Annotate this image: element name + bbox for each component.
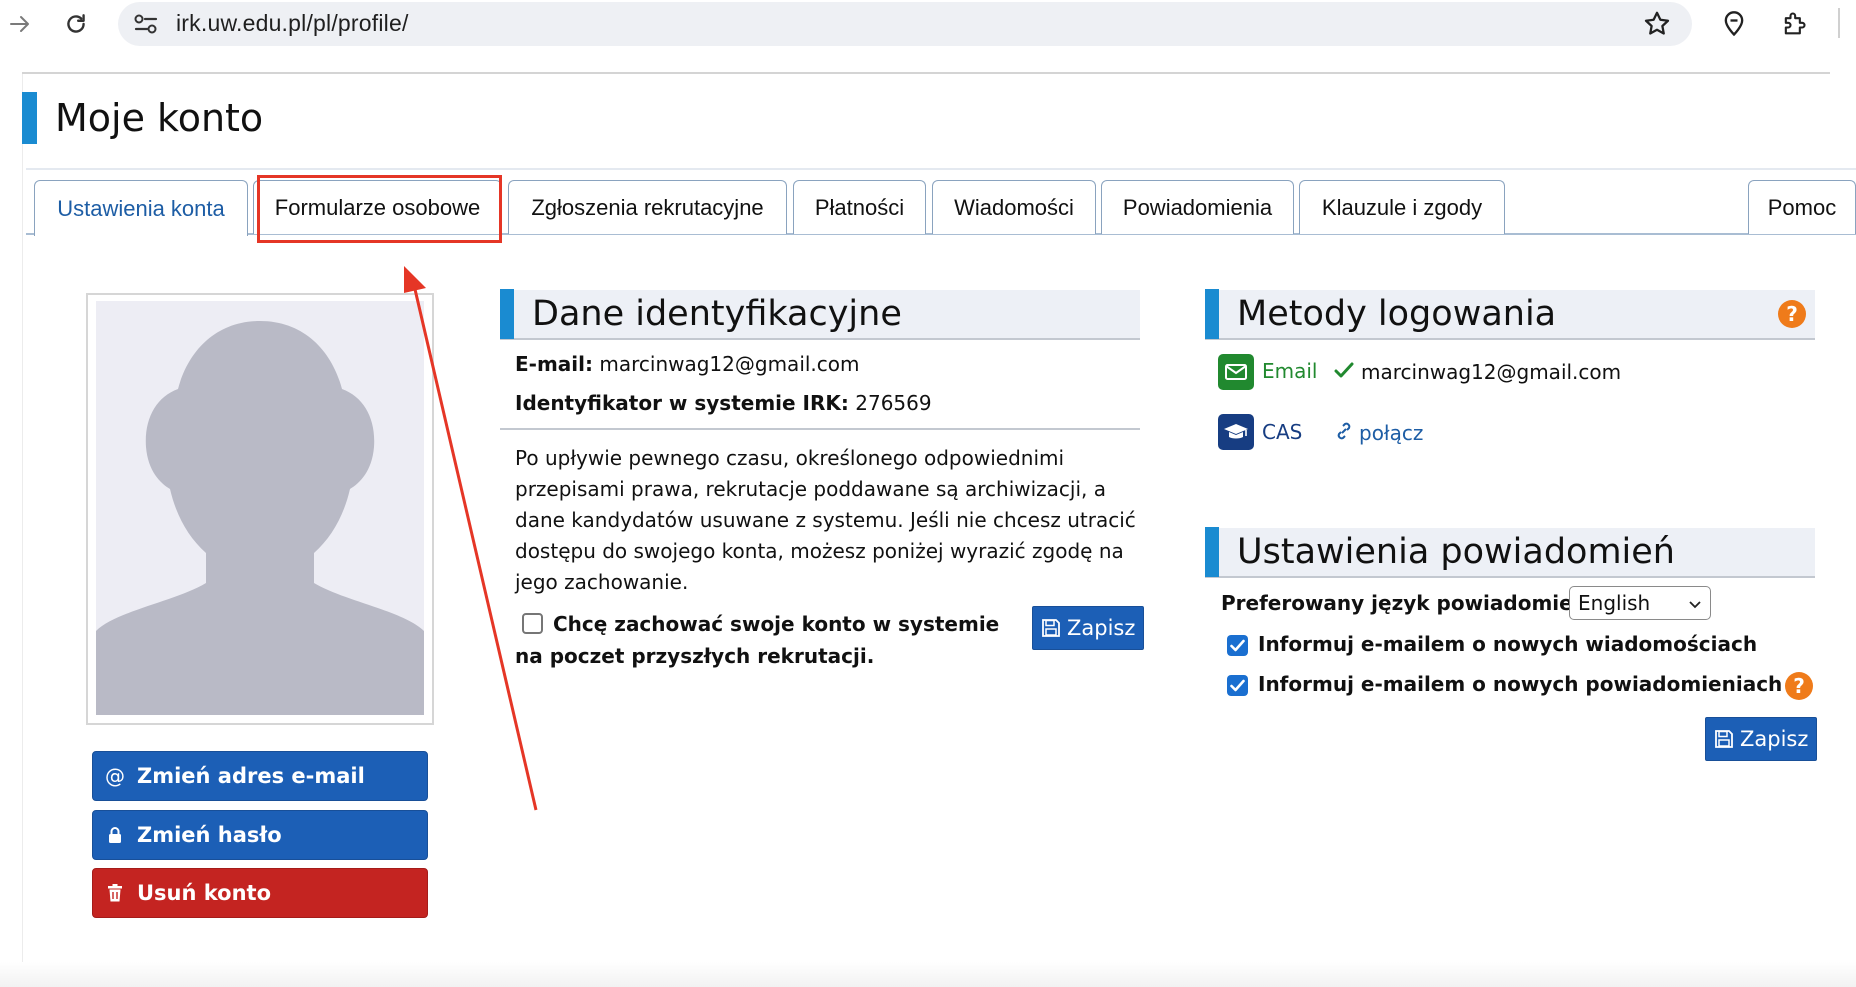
url-text[interactable]: irk.uw.edu.pl/pl/profile/ — [176, 10, 409, 37]
tab-payments[interactable]: Płatności — [793, 180, 926, 234]
cas-connect-link[interactable]: połącz — [1359, 421, 1423, 445]
delete-account-button[interactable]: Usuń konto — [92, 868, 428, 918]
keep-account-label[interactable]: Chcę zachować swoje konto w systemie na … — [515, 608, 1015, 672]
page-header: Moje konto — [22, 92, 263, 144]
button-label: Zapisz — [1067, 616, 1136, 640]
trash-icon — [105, 883, 125, 903]
irk-id-row: Identyfikator w systemie IRK: 276569 — [515, 391, 932, 415]
bookmark-star-icon[interactable] — [1642, 9, 1672, 43]
identity-section-header: Dane identyfikacyjne — [500, 289, 1140, 340]
notify-messages-label[interactable]: Informuj e-mailem o nowych wiadomościach — [1258, 632, 1757, 656]
notify-notifications-label[interactable]: Informuj e-mailem o nowych powiadomienia… — [1258, 672, 1782, 696]
language-selected-value: English — [1578, 591, 1651, 615]
identity-save-button[interactable]: Zapisz — [1032, 606, 1145, 650]
address-bar[interactable]: irk.uw.edu.pl/pl/profile/ — [118, 2, 1692, 46]
language-select[interactable]: English — [1569, 586, 1711, 620]
page-bottom-fade — [0, 962, 1856, 987]
notification-settings-heading: Ustawienia powiadomień — [1237, 532, 1675, 572]
link-chain-icon[interactable] — [1334, 421, 1354, 446]
envelope-icon — [1218, 354, 1254, 390]
profile-photo — [86, 293, 434, 725]
at-sign-icon: @ — [105, 764, 125, 788]
email-label: E-mail: — [515, 352, 594, 376]
irk-id-label: Identyfikator w systemie IRK: — [515, 391, 849, 415]
page-title: Moje konto — [55, 96, 264, 140]
lock-icon — [105, 825, 125, 845]
login-email-value: marcinwag12@gmail.com — [1361, 360, 1622, 384]
floppy-disk-icon — [1714, 729, 1734, 749]
change-password-button[interactable]: Zmień hasło — [92, 810, 428, 860]
checkmark-icon — [1230, 679, 1245, 692]
notification-settings-section-header: Ustawienia powiadomień — [1205, 527, 1815, 578]
title-accent-bar — [22, 92, 37, 144]
checkmark-icon — [1230, 639, 1245, 652]
help-question-icon[interactable]: ? — [1778, 300, 1806, 328]
identity-heading: Dane identyfikacyjne — [532, 294, 902, 334]
button-label: Usuń konto — [137, 881, 272, 905]
page-left-edge — [22, 74, 23, 987]
reload-icon[interactable] — [58, 6, 94, 42]
tab-label: Zgłoszenia rekrutacyjne — [531, 194, 764, 220]
section-accent-bar — [1205, 527, 1219, 577]
button-label: Zmień hasło — [137, 823, 282, 847]
notifications-save-button[interactable]: Zapisz — [1705, 717, 1818, 761]
checkmark-icon — [1334, 360, 1354, 384]
tab-help[interactable]: Pomoc — [1748, 180, 1856, 234]
tab-label: Powiadomienia — [1122, 194, 1273, 220]
tab-notifications[interactable]: Powiadomienia — [1101, 180, 1294, 234]
language-label: Preferowany język powiadomień: — [1221, 591, 1595, 615]
tab-label: Płatności — [814, 194, 905, 220]
identity-divider — [500, 428, 1140, 430]
change-email-button[interactable]: @ Zmień adres e-mail — [92, 751, 428, 801]
page-top-divider — [22, 72, 1830, 74]
avatar-placeholder — [96, 301, 424, 715]
graduation-cap-icon — [1218, 414, 1254, 450]
irk-id-value: 276569 — [855, 391, 932, 415]
notify-notifications-checkbox[interactable] — [1227, 675, 1248, 696]
login-methods-section-header: Metody logowania — [1205, 289, 1815, 340]
floppy-disk-icon — [1041, 618, 1061, 638]
site-settings-icon[interactable] — [132, 11, 160, 37]
person-silhouette-icon — [96, 321, 424, 715]
tab-label: Pomoc — [1767, 194, 1837, 220]
email-row: E-mail: marcinwag12@gmail.com — [515, 352, 860, 376]
tab-label: Ustawienia konta — [57, 195, 225, 221]
login-methods-heading: Metody logowania — [1237, 294, 1557, 334]
tab-messages[interactable]: Wiadomości — [932, 180, 1096, 234]
button-label: Zapisz — [1740, 727, 1809, 751]
tab-clauses-consents[interactable]: Klauzule i zgody — [1299, 180, 1505, 234]
button-label: Zmień adres e-mail — [137, 764, 365, 788]
tabs-top-border — [26, 168, 1856, 170]
section-accent-bar — [500, 289, 514, 339]
tab-label: Wiadomości — [954, 194, 1074, 220]
forward-icon[interactable] — [2, 6, 38, 42]
archive-info-text: Po upływie pewnego czasu, określonego od… — [515, 446, 1136, 594]
email-value: marcinwag12@gmail.com — [599, 352, 860, 376]
location-pin-icon[interactable] — [1716, 6, 1752, 42]
notify-messages-checkbox[interactable] — [1227, 635, 1248, 656]
tab-label: Klauzule i zgody — [1321, 194, 1483, 220]
login-method-cas: CAS — [1262, 420, 1303, 444]
tab-recruitment-applications[interactable]: Zgłoszenia rekrutacyjne — [508, 180, 787, 234]
section-accent-bar — [1205, 289, 1219, 339]
annotation-highlight-box — [257, 175, 502, 243]
help-question-icon[interactable]: ? — [1785, 672, 1813, 700]
chevron-down-icon — [1688, 591, 1702, 615]
tab-account-settings[interactable]: Ustawienia konta — [34, 180, 248, 236]
login-method-email: Email — [1262, 359, 1318, 383]
extensions-puzzle-icon[interactable] — [1776, 6, 1812, 42]
browser-toolbar: irk.uw.edu.pl/pl/profile/ — [0, 0, 1856, 48]
toolbar-divider — [1838, 8, 1840, 38]
